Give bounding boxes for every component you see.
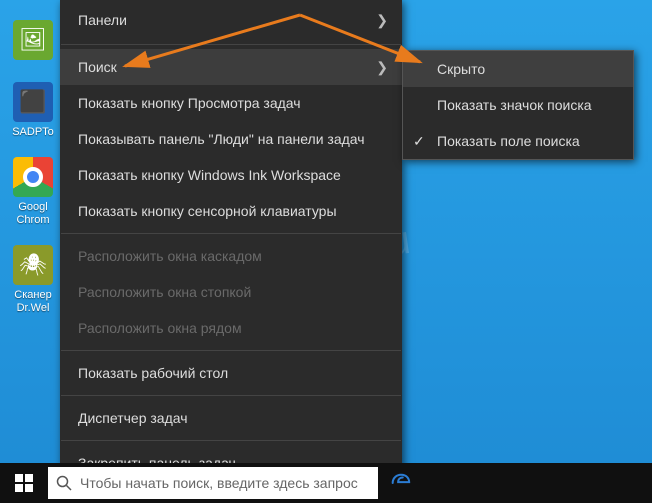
menu-label: Показать рабочий стол bbox=[78, 365, 388, 381]
app-icon: 🖼 bbox=[13, 20, 53, 60]
icon-label: Сканер Dr.Wel bbox=[6, 289, 60, 315]
submenu-label: Скрыто bbox=[437, 61, 485, 77]
icon-label: SADPTo bbox=[12, 126, 54, 139]
chrome-icon bbox=[13, 157, 53, 197]
menu-item-toolbars[interactable]: Панели ❯ bbox=[60, 0, 402, 40]
menu-label: Показывать панель "Люди" на панели задач bbox=[78, 131, 388, 147]
menu-item-touchkeyboard[interactable]: Показать кнопку сенсорной клавиатуры bbox=[60, 193, 402, 229]
desktop-background: 🖼 ⬛ SADPTo Googl Chrom 🕷 Сканер Dr.Wel s… bbox=[0, 0, 652, 503]
menu-item-ink[interactable]: Показать кнопку Windows Ink Workspace bbox=[60, 157, 402, 193]
menu-label: Расположить окна каскадом bbox=[78, 248, 388, 264]
desktop-icon[interactable]: 🖼 bbox=[6, 20, 60, 64]
app-icon: 🕷 bbox=[13, 245, 53, 285]
desktop-icon[interactable]: Googl Chrom bbox=[6, 157, 60, 227]
submenu-label: Показать значок поиска bbox=[437, 97, 592, 113]
taskbar-context-menu: Панели ❯ Поиск ❯ Показать кнопку Просмот… bbox=[60, 0, 402, 503]
search-box[interactable]: Чтобы начать поиск, введите здесь запрос bbox=[48, 467, 378, 499]
menu-label: Показать кнопку Windows Ink Workspace bbox=[78, 167, 388, 183]
windows-icon bbox=[15, 474, 33, 492]
taskbar-edge[interactable] bbox=[378, 463, 422, 503]
app-icon: ⬛ bbox=[13, 82, 53, 122]
menu-separator bbox=[61, 350, 401, 351]
menu-separator bbox=[61, 44, 401, 45]
chevron-right-icon: ❯ bbox=[376, 59, 388, 76]
menu-separator bbox=[61, 233, 401, 234]
menu-item-taskview[interactable]: Показать кнопку Просмотра задач bbox=[60, 85, 402, 121]
start-button[interactable] bbox=[0, 463, 48, 503]
menu-label: Расположить окна рядом bbox=[78, 320, 388, 336]
submenu-item-hidden[interactable]: Скрыто bbox=[403, 51, 633, 87]
menu-label: Поиск bbox=[78, 59, 376, 75]
menu-label: Диспетчер задач bbox=[78, 410, 388, 426]
desktop-icons: 🖼 ⬛ SADPTo Googl Chrom 🕷 Сканер Dr.Wel bbox=[6, 20, 66, 333]
desktop-icon[interactable]: 🕷 Сканер Dr.Wel bbox=[6, 245, 60, 315]
search-icon bbox=[48, 475, 80, 491]
submenu-item-box[interactable]: ✓ Показать поле поиска bbox=[403, 123, 633, 159]
menu-item-cascade: Расположить окна каскадом bbox=[60, 238, 402, 274]
search-placeholder: Чтобы начать поиск, введите здесь запрос bbox=[80, 475, 358, 491]
chevron-right-icon: ❯ bbox=[376, 12, 388, 29]
menu-item-taskmanager[interactable]: Диспетчер задач bbox=[60, 400, 402, 436]
menu-label: Расположить окна стопкой bbox=[78, 284, 388, 300]
menu-separator bbox=[61, 440, 401, 441]
submenu-item-icon[interactable]: Показать значок поиска bbox=[403, 87, 633, 123]
check-icon: ✓ bbox=[413, 133, 425, 150]
menu-item-sidebyside: Расположить окна рядом bbox=[60, 310, 402, 346]
menu-separator bbox=[61, 395, 401, 396]
menu-item-people[interactable]: Показывать панель "Люди" на панели задач bbox=[60, 121, 402, 157]
menu-label: Показать кнопку Просмотра задач bbox=[78, 95, 388, 111]
menu-item-stacked: Расположить окна стопкой bbox=[60, 274, 402, 310]
icon-label: Googl Chrom bbox=[6, 201, 60, 227]
submenu-label: Показать поле поиска bbox=[437, 133, 580, 149]
menu-label: Показать кнопку сенсорной клавиатуры bbox=[78, 203, 388, 219]
search-submenu: Скрыто Показать значок поиска ✓ Показать… bbox=[402, 50, 634, 160]
menu-label: Панели bbox=[78, 12, 376, 28]
menu-item-search[interactable]: Поиск ❯ bbox=[60, 49, 402, 85]
menu-item-showdesktop[interactable]: Показать рабочий стол bbox=[60, 355, 402, 391]
edge-icon bbox=[389, 472, 411, 494]
taskbar[interactable]: Чтобы начать поиск, введите здесь запрос bbox=[0, 463, 652, 503]
desktop-icon[interactable]: ⬛ SADPTo bbox=[6, 82, 60, 139]
